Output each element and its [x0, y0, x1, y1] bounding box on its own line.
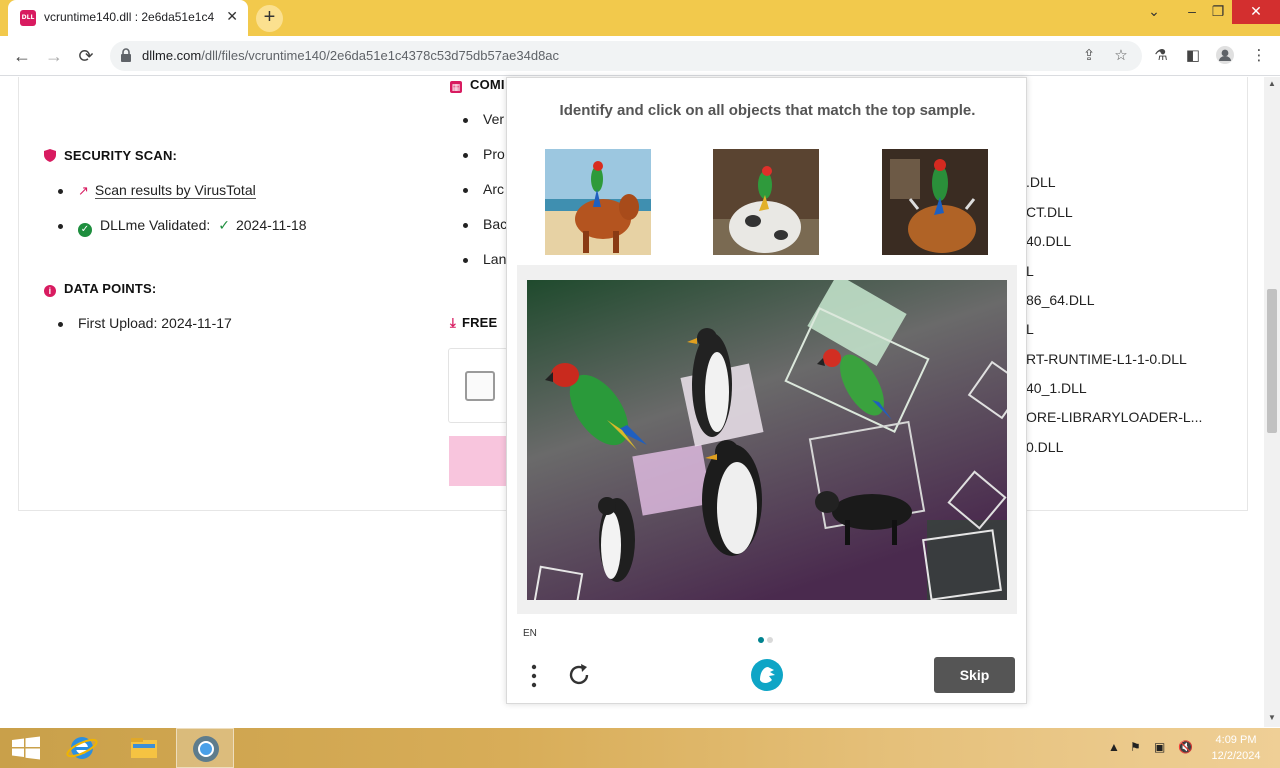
free-download-heading-text: FREE [461, 315, 498, 330]
skip-button[interactable]: Skip [934, 657, 1015, 693]
shield-icon [44, 149, 56, 162]
dll-list-item[interactable]: L [1026, 321, 1034, 337]
captcha-checkbox-widget [448, 348, 508, 423]
language-selector[interactable]: EN [523, 628, 537, 639]
challenge-page-indicator [758, 630, 776, 648]
validated-date: 2024-11-18 [235, 217, 307, 233]
compat-item: Lan [462, 251, 507, 267]
browser-tab[interactable]: DLL vcruntime140.dll : 2e6da51e1c4 ✕ [8, 0, 248, 36]
scroll-down-arrow-icon[interactable]: ▼ [1264, 713, 1280, 722]
new-tab-button[interactable]: + [256, 5, 283, 32]
tab-search-chevron-icon[interactable]: ⌄ [1134, 0, 1174, 24]
download-icon: ⤓ [450, 315, 456, 330]
sample-image-parrot-on-cow-indoor [882, 149, 988, 255]
dll-list-item[interactable]: 0.DLL [1026, 439, 1063, 455]
reload-icon[interactable]: ⟳ [74, 44, 98, 68]
page-dot [767, 637, 773, 643]
scroll-up-arrow-icon[interactable]: ▲ [1264, 79, 1280, 88]
browser-tab-bar: DLL vcruntime140.dll : 2e6da51e1c4 ✕ + ⌄… [0, 0, 1280, 36]
virustotal-item: ↗ Scan results by VirusTotal [58, 182, 256, 199]
more-options-icon[interactable] [527, 663, 541, 689]
checkmark-icon: ✓ [218, 217, 230, 233]
page-dot-active [758, 637, 764, 643]
windows-start-icon[interactable] [0, 728, 58, 768]
chrome-icon [193, 736, 219, 762]
browser-toolbar: ← → ⟳ dllme.com/dll/files/vcruntime140/2… [0, 36, 1280, 76]
data-points-heading-text: DATA POINTS: [64, 281, 157, 296]
data-points-heading: i DATA POINTS: [44, 281, 156, 297]
action-center-flag-icon[interactable]: ⚑ [1130, 740, 1141, 754]
system-clock[interactable]: 4:09 PM 12/2/2024 [1206, 732, 1266, 764]
dll-list-item[interactable]: ORE-LIBRARYLOADER-L... [1026, 409, 1202, 425]
hcaptcha-logo-icon[interactable] [750, 658, 784, 692]
dll-list-item[interactable]: 40_1.DLL [1026, 380, 1087, 396]
virustotal-link[interactable]: Scan results by VirusTotal [94, 182, 256, 199]
hcaptcha-challenge-dialog: Identify and click on all objects that m… [506, 77, 1027, 704]
captcha-checkbox[interactable] [465, 371, 495, 401]
compat-item: Pro [463, 146, 505, 162]
clock-date: 12/2/2024 [1211, 750, 1261, 762]
security-scan-heading: SECURITY SCAN: [44, 148, 177, 163]
dll-list-item[interactable]: .DLL [1026, 174, 1056, 190]
external-link-icon: ↗ [78, 183, 89, 198]
challenge-panel [517, 265, 1017, 614]
sample-image-parrot-on-white-cow [713, 149, 819, 255]
url-text: dllme.com/dll/files/vcruntime140/2e6da51… [142, 48, 559, 63]
show-hidden-icons-icon[interactable]: ▲ [1108, 740, 1120, 754]
volume-muted-icon[interactable]: 🔇 [1178, 740, 1193, 754]
check-circle-icon: ✓ [78, 223, 92, 237]
tab-title: vcruntime140.dll : 2e6da51e1c4 [44, 10, 215, 24]
compat-item: Ver [462, 111, 505, 127]
refresh-challenge-icon[interactable] [565, 661, 593, 689]
url-host: dllme.com [142, 48, 202, 63]
compatibility-heading-text: COMI [470, 77, 505, 92]
validated-label: DLLme Validated: [100, 217, 211, 233]
page-scrollbar[interactable]: ▲ ▼ [1264, 77, 1280, 727]
dll-list-item[interactable]: RT-RUNTIME-L1-1-0.DLL [1026, 351, 1187, 367]
lock-icon [121, 48, 131, 62]
sample-image-parrot-on-cow-beach [545, 149, 651, 255]
chip-icon: ▦ [450, 81, 462, 93]
bookmark-star-icon[interactable]: ☆ [1110, 45, 1132, 67]
internet-explorer-icon[interactable] [54, 728, 112, 768]
tab-close-icon[interactable]: ✕ [226, 8, 238, 25]
free-download-heading: ⤓ FREE [450, 315, 497, 331]
share-icon[interactable]: ⇪ [1078, 45, 1100, 67]
security-scan-heading-text: SECURITY SCAN: [64, 148, 178, 163]
url-path: /dll/files/vcruntime140/2e6da51e1c4378c5… [201, 48, 560, 63]
file-explorer-icon[interactable] [115, 728, 173, 768]
compat-item: Bac [462, 216, 508, 232]
back-arrow-icon[interactable]: ← [10, 44, 34, 68]
validated-item: ✓ DLLme Validated: ✓ 2024-11-18 [58, 217, 307, 237]
compatibility-heading: ▦ COMI [450, 77, 505, 93]
dll-list-item[interactable]: 86_64.DLL [1026, 292, 1095, 308]
scrollbar-thumb[interactable] [1267, 289, 1277, 433]
first-upload-item: First Upload: 2024-11-17 [58, 315, 232, 331]
dll-list-item[interactable]: L [1026, 263, 1034, 279]
compat-item: Arc [463, 181, 504, 197]
download-button[interactable] [449, 436, 509, 486]
challenge-image-canvas[interactable] [527, 280, 1007, 600]
browser-menu-icon[interactable]: ⋮ [1248, 45, 1270, 67]
dll-list-item[interactable]: CT.DLL [1026, 204, 1073, 220]
network-icon[interactable]: ▣ [1154, 740, 1165, 754]
labs-flask-icon[interactable]: ⚗ [1150, 45, 1172, 67]
clock-time: 4:09 PM [1215, 734, 1257, 746]
challenge-prompt: Identify and click on all objects that m… [559, 102, 976, 119]
windows-taskbar: ▲ ⚑ ▣ 🔇 4:09 PM 12/2/2024 [0, 728, 1280, 768]
forward-arrow-icon[interactable]: → [42, 44, 66, 68]
dll-list-item[interactable]: 40.DLL [1026, 233, 1071, 249]
dllme-favicon-icon: DLL [20, 10, 36, 26]
profile-avatar-icon[interactable] [1214, 45, 1236, 67]
info-icon: i [44, 285, 56, 297]
side-panel-icon[interactable]: ◧ [1182, 45, 1204, 67]
close-window-button[interactable]: ✕ [1232, 0, 1280, 24]
chrome-taskbar-button[interactable] [176, 728, 234, 768]
address-bar[interactable]: dllme.com/dll/files/vcruntime140/2e6da51… [110, 41, 1142, 71]
